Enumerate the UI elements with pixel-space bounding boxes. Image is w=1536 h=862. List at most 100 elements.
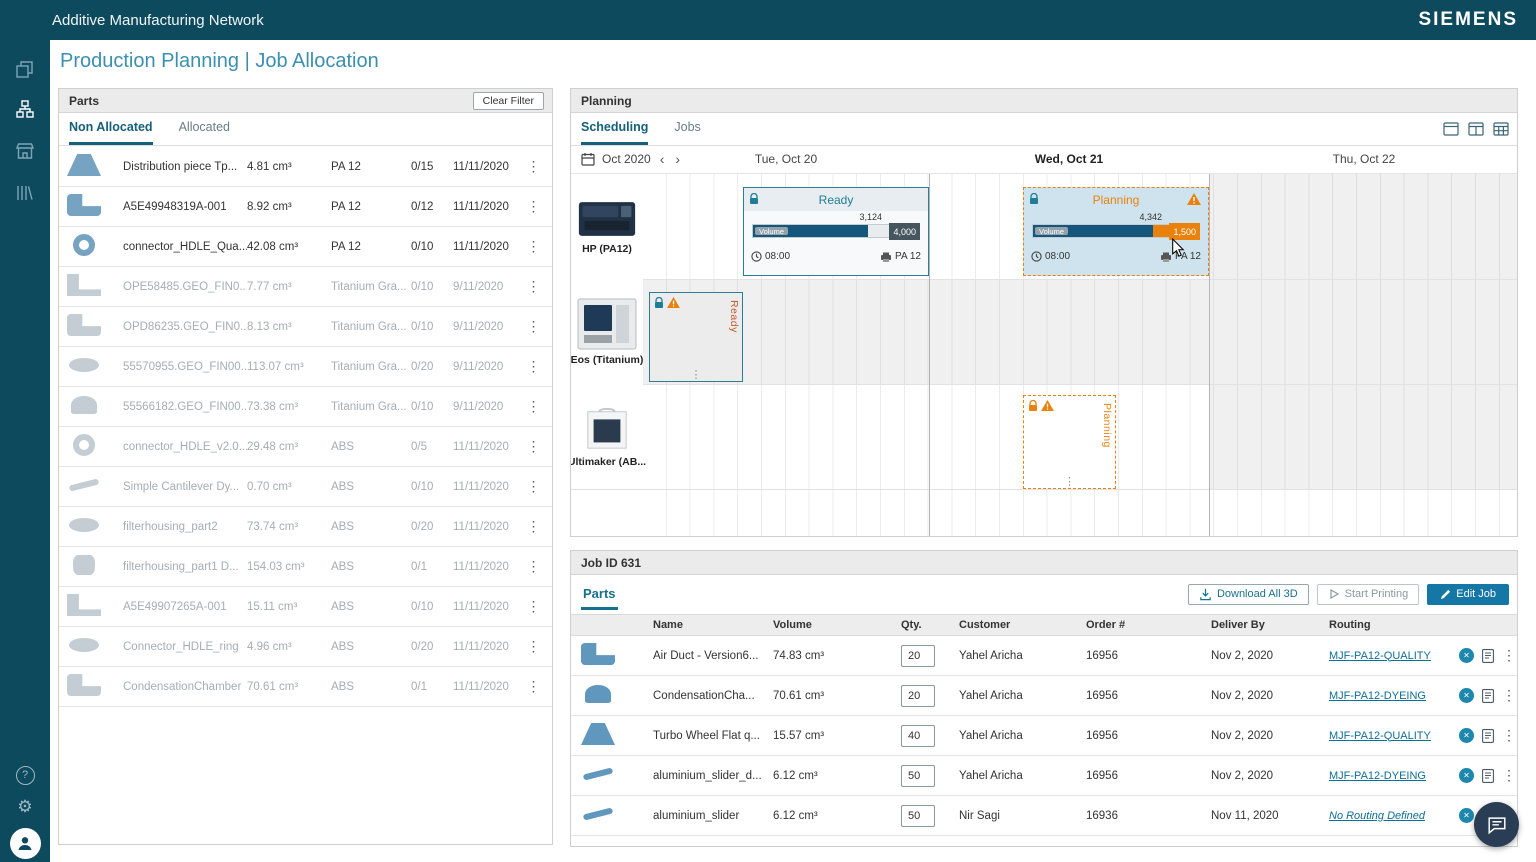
- routing-link[interactable]: MJF-PA12-DYEING: [1329, 770, 1426, 782]
- part-name: A5E49907265A-001: [123, 601, 247, 613]
- part-thumbnail: [67, 314, 101, 336]
- part-menu-button[interactable]: ⋮: [521, 198, 546, 215]
- tab-allocated[interactable]: Allocated: [179, 120, 230, 145]
- part-menu-button[interactable]: ⋮: [521, 558, 546, 575]
- next-day-button[interactable]: ›: [673, 151, 682, 167]
- clear-filter-button[interactable]: Clear Filter: [473, 92, 544, 110]
- prev-day-button[interactable]: ‹: [658, 151, 667, 167]
- clock-icon: [751, 251, 762, 262]
- part-menu-button[interactable]: ⋮: [521, 398, 546, 415]
- part-row[interactable]: 55570955.GEO_FIN00... 113.07 cm³ Titaniu…: [59, 347, 552, 387]
- orders-icon[interactable]: [0, 52, 50, 86]
- job-part-row[interactable]: aluminium_slider_d... 6.12 cm³ Yahel Ari…: [571, 756, 1517, 796]
- part-row[interactable]: OPE58485.GEO_FIN0... 7.77 cm³ Titanium G…: [59, 267, 552, 307]
- job-thumb-cell: [581, 763, 653, 788]
- part-row[interactable]: connector_HDLE_Qua... 42.08 cm³ PA 12 0/…: [59, 227, 552, 267]
- part-menu-button[interactable]: ⋮: [521, 638, 546, 655]
- qty-input[interactable]: [901, 645, 935, 667]
- user-avatar[interactable]: [0, 826, 50, 860]
- part-material: Titanium Gra...: [331, 401, 411, 413]
- production-planning-icon[interactable]: [0, 92, 50, 126]
- start-printing-button[interactable]: Start Printing: [1317, 584, 1420, 605]
- part-row[interactable]: filterhousing_part2 73.74 cm³ ABS 0/20 1…: [59, 507, 552, 547]
- part-material: Titanium Gra...: [331, 321, 411, 333]
- notes-icon[interactable]: [1482, 649, 1494, 663]
- catalog-icon[interactable]: [0, 176, 50, 210]
- tab-scheduling[interactable]: Scheduling: [581, 120, 648, 145]
- tab-jobs[interactable]: Jobs: [674, 120, 700, 145]
- routing-link[interactable]: MJF-PA12-DYEING: [1329, 690, 1426, 702]
- row-menu-button[interactable]: ⋮: [1502, 647, 1516, 664]
- part-row[interactable]: Distribution piece Tp... 4.81 cm³ PA 12 …: [59, 147, 552, 187]
- job-part-thumbnail: [581, 803, 615, 825]
- part-menu-button[interactable]: ⋮: [521, 518, 546, 535]
- shop-icon[interactable]: [0, 134, 50, 168]
- week-view-icon[interactable]: [1468, 121, 1484, 136]
- job-part-row[interactable]: aluminium_slider 6.12 cm³ Nir Sagi 16936…: [571, 796, 1517, 836]
- part-thumb-cell: [67, 634, 123, 659]
- material: PA 12: [880, 251, 921, 263]
- part-row[interactable]: connector_HDLE_v2.0... 29.48 cm³ ABS 0/5…: [59, 427, 552, 467]
- part-menu-button[interactable]: ⋮: [521, 318, 546, 335]
- part-menu-button[interactable]: ⋮: [521, 438, 546, 455]
- part-menu-button[interactable]: ⋮: [521, 358, 546, 375]
- job-part-row[interactable]: CondensationCha... 70.61 cm³ Yahel Arich…: [571, 676, 1517, 716]
- qty-input[interactable]: [901, 685, 935, 707]
- row-actions: ✕ ⋮: [1459, 727, 1526, 744]
- part-menu-button[interactable]: ⋮: [521, 158, 546, 175]
- job-card-hp-ready[interactable]: Ready 3,124 Volume 4,000 08:00: [743, 187, 929, 276]
- notes-icon[interactable]: [1482, 689, 1494, 703]
- remove-part-icon[interactable]: ✕: [1459, 808, 1474, 823]
- settings-icon[interactable]: ⚙: [0, 790, 50, 824]
- download-all-3d-button[interactable]: Download All 3D: [1188, 584, 1309, 605]
- month-view-icon[interactable]: [1493, 121, 1509, 136]
- part-row[interactable]: CondensationChamber 70.61 cm³ ABS 0/1 11…: [59, 667, 552, 707]
- part-row[interactable]: Connector_HDLE_ring 4.96 cm³ ABS 0/20 11…: [59, 627, 552, 667]
- help-icon[interactable]: ?: [0, 758, 50, 792]
- part-row[interactable]: 55566182.GEO_FIN00... 73.38 cm³ Titanium…: [59, 387, 552, 427]
- part-row[interactable]: Simple Cantilever Dy... 0.70 cm³ ABS 0/1…: [59, 467, 552, 507]
- part-menu-button[interactable]: ⋮: [521, 278, 546, 295]
- part-volume: 8.13 cm³: [247, 321, 331, 333]
- job-part-thumbnail: [581, 683, 615, 705]
- chat-fab-button[interactable]: [1474, 802, 1519, 847]
- day-view-icon[interactable]: [1443, 121, 1459, 136]
- remove-part-icon[interactable]: ✕: [1459, 768, 1474, 783]
- part-menu-button[interactable]: ⋮: [521, 478, 546, 495]
- job-part-row[interactable]: Air Duct - Version6... 74.83 cm³ Yahel A…: [571, 636, 1517, 676]
- edit-job-button[interactable]: Edit Job: [1427, 584, 1509, 605]
- row-menu-button[interactable]: ⋮: [1502, 767, 1516, 784]
- warning-icon: [667, 297, 680, 308]
- row-menu-button[interactable]: ⋮: [1502, 727, 1516, 744]
- job-part-row[interactable]: Turbo Wheel Flat q... 15.57 cm³ Yahel Ar…: [571, 716, 1517, 756]
- unavailable-time-block: [1209, 174, 1517, 279]
- part-allocated-qty: 0/1: [411, 561, 453, 573]
- job-card-ultimaker[interactable]: Planning ⋮: [1023, 395, 1116, 489]
- notes-icon[interactable]: [1482, 769, 1494, 783]
- routing-link[interactable]: MJF-PA12-QUALITY: [1329, 650, 1431, 662]
- routing-link[interactable]: MJF-PA12-QUALITY: [1329, 730, 1431, 742]
- qty-input[interactable]: [901, 805, 935, 827]
- part-menu-button[interactable]: ⋮: [521, 238, 546, 255]
- app-title: Additive Manufacturing Network: [52, 12, 264, 29]
- remove-part-icon[interactable]: ✕: [1459, 688, 1474, 703]
- notes-icon[interactable]: [1482, 729, 1494, 743]
- part-volume: 4.81 cm³: [247, 161, 331, 173]
- routing-link[interactable]: No Routing Defined: [1329, 810, 1425, 822]
- job-card-eos[interactable]: Ready ⋮: [649, 292, 743, 382]
- machine-eos: Eos (Titanium): [571, 279, 643, 384]
- job-card-hp-planning[interactable]: Planning 4,342 Volume 1,500: [1023, 187, 1209, 276]
- part-row[interactable]: A5E49907265A-001 15.11 cm³ ABS 0/10 11/1…: [59, 587, 552, 627]
- part-row[interactable]: A5E49948319A-001 8.92 cm³ PA 12 0/12 11/…: [59, 187, 552, 227]
- part-row[interactable]: OPD86235.GEO_FIN0... 8.13 cm³ Titanium G…: [59, 307, 552, 347]
- tab-non-allocated[interactable]: Non Allocated: [69, 120, 153, 145]
- row-menu-button[interactable]: ⋮: [1502, 687, 1516, 704]
- part-menu-button[interactable]: ⋮: [521, 678, 546, 695]
- qty-input[interactable]: [901, 765, 935, 787]
- part-row[interactable]: filterhousing_part1 D... 154.03 cm³ ABS …: [59, 547, 552, 587]
- remove-part-icon[interactable]: ✕: [1459, 728, 1474, 743]
- qty-input[interactable]: [901, 725, 935, 747]
- part-menu-button[interactable]: ⋮: [521, 598, 546, 615]
- tab-job-parts[interactable]: Parts: [581, 578, 618, 610]
- remove-part-icon[interactable]: ✕: [1459, 648, 1474, 663]
